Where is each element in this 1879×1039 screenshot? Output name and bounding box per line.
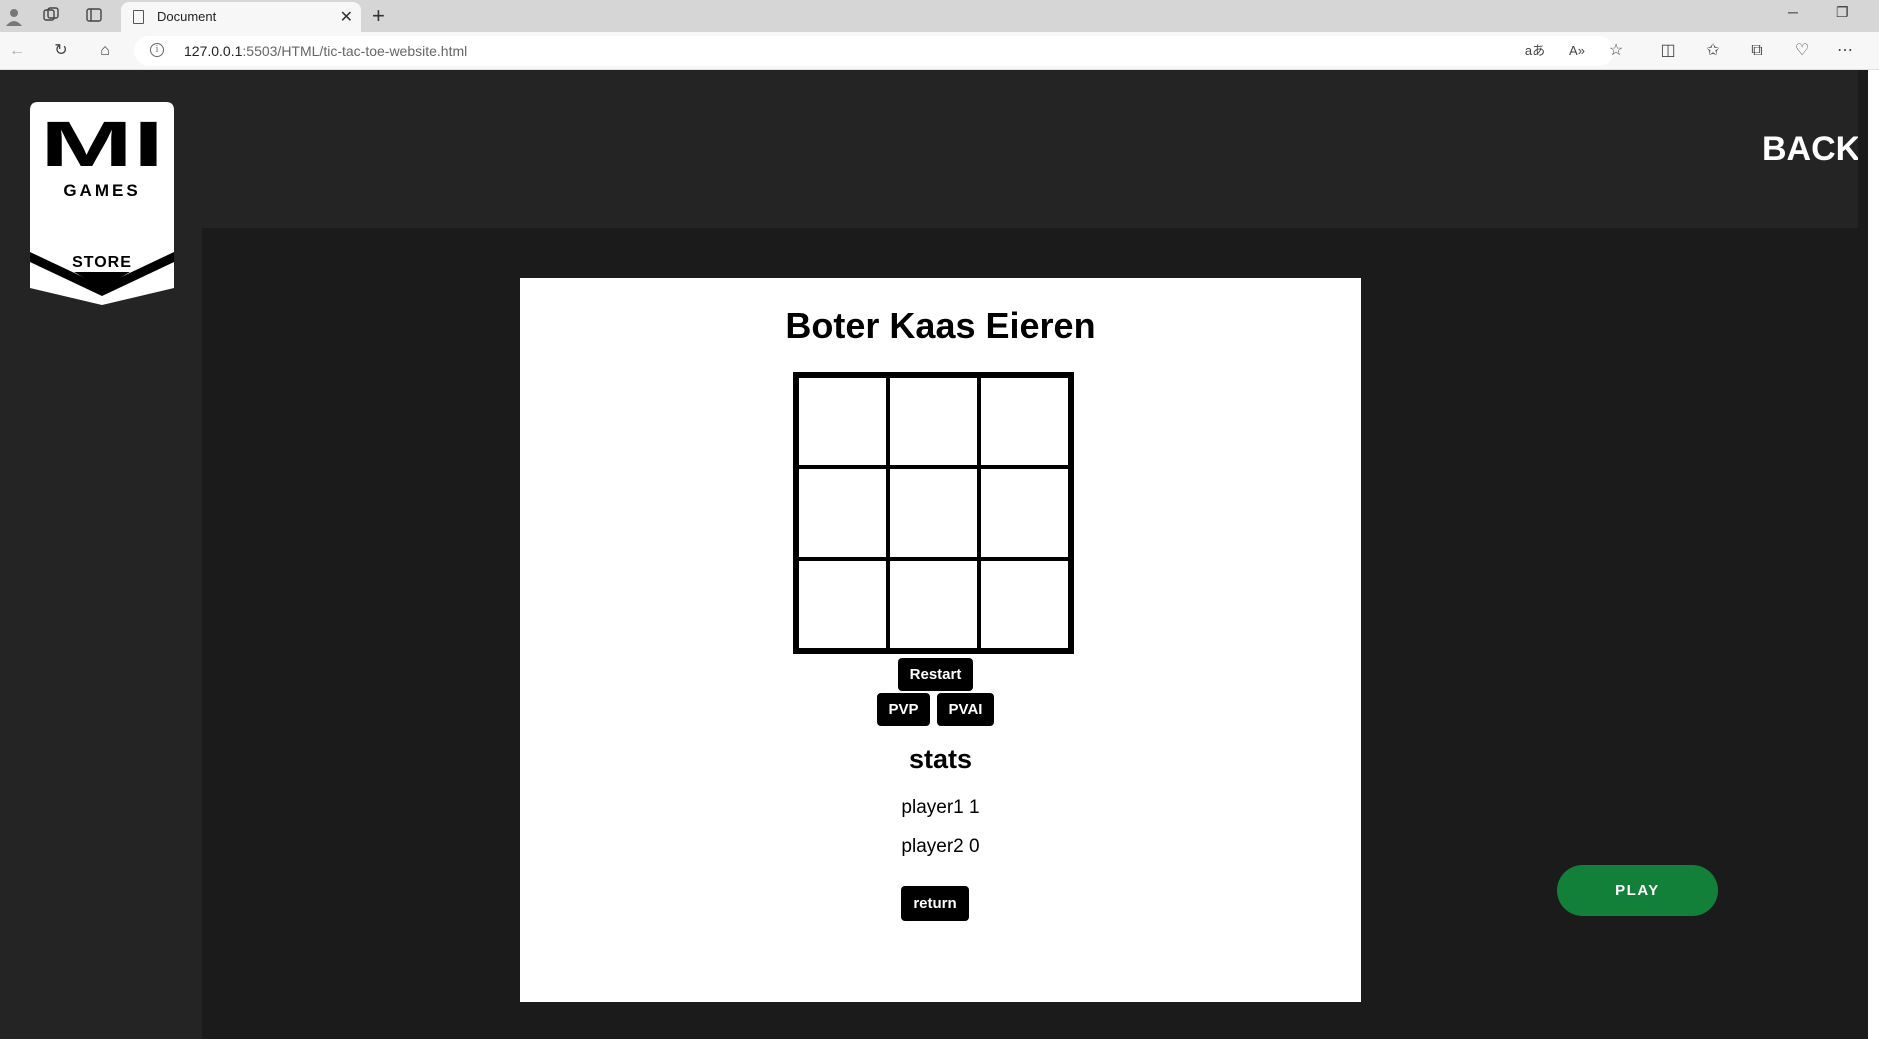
url-text: 127.0.0.1:5503/HTML/tic-tac-toe-website.… [184,43,468,59]
board-cell[interactable] [979,558,1070,650]
collections-icon[interactable]: ⧉ [1746,40,1768,62]
pvai-button[interactable]: PVAI [937,693,994,726]
return-button[interactable]: return [901,886,969,921]
page-icon [133,10,144,24]
back-arrow-icon[interactable]: ← [6,40,28,62]
logo-text-store: STORE [72,254,132,271]
workspaces-icon[interactable] [41,6,61,26]
translate-icon[interactable]: aあ [1524,40,1546,62]
profile-icon[interactable] [4,6,24,26]
restart-button[interactable]: Restart [898,658,973,691]
read-aloud-icon[interactable]: A» [1566,40,1588,62]
refresh-icon[interactable]: ↻ [50,40,72,62]
tab-title: Document [157,9,217,24]
tic-tac-toe-panel: Boter Kaas Eieren Restart PVP PVAI stats… [520,278,1361,1002]
home-icon[interactable]: ⌂ [94,40,116,62]
stats-heading: stats [908,744,973,774]
tab-actions-icon[interactable] [84,6,104,26]
site-header [0,70,1858,228]
board-cell[interactable] [888,467,979,559]
logo-text-games: GAMES [63,181,140,200]
page: MI GAMES STORE BACK Boter Kaas Eieren Re… [0,70,1868,1039]
browser-essentials-icon[interactable]: ♡ [1791,40,1813,62]
game-board [793,372,1074,654]
scrollbar[interactable] [1858,70,1868,1039]
favorite-star-icon[interactable]: ☆ [1605,40,1627,62]
board-cell[interactable] [888,376,979,468]
player2-score: player2 0 [901,836,980,857]
address-bar[interactable]: i 127.0.0.1:5503/HTML/tic-tac-toe-websit… [134,36,1614,66]
browser-toolbar: ← ↻ ⌂ i 127.0.0.1:5503/HTML/tic-tac-toe-… [0,32,1879,70]
restore-icon[interactable]: ❐ [1836,4,1849,21]
board-cell[interactable] [797,467,888,559]
board-cell[interactable] [979,467,1070,559]
board-cell[interactable] [797,558,888,650]
back-link[interactable]: BACK [1762,130,1860,169]
board-cell[interactable] [979,376,1070,468]
close-tab-icon[interactable]: ✕ [340,7,353,27]
mi-games-store-logo[interactable]: MI GAMES STORE [30,102,174,305]
board-cell[interactable] [888,558,979,650]
tab-document[interactable]: Document ✕ [121,2,361,32]
game-title: Boter Kaas Eieren [785,305,1096,346]
pvp-button[interactable]: PVP [877,693,930,726]
player1-score: player1 1 [901,797,980,818]
board-cell[interactable] [797,376,888,468]
browser-tab-bar: Document ✕ + ─ ❐ [0,0,1879,32]
minimize-icon[interactable]: ─ [1788,4,1798,20]
site-info-icon[interactable]: i [150,43,164,57]
more-options-icon[interactable]: ⋯ [1834,40,1856,62]
play-button[interactable]: PLAY [1557,865,1718,916]
logo-text-mi: MI [40,108,164,180]
new-tab-icon[interactable]: + [372,3,385,29]
split-screen-icon[interactable]: ◫ [1657,40,1679,62]
sidebar [0,228,202,1039]
favorites-icon[interactable]: ✩ [1702,40,1724,62]
